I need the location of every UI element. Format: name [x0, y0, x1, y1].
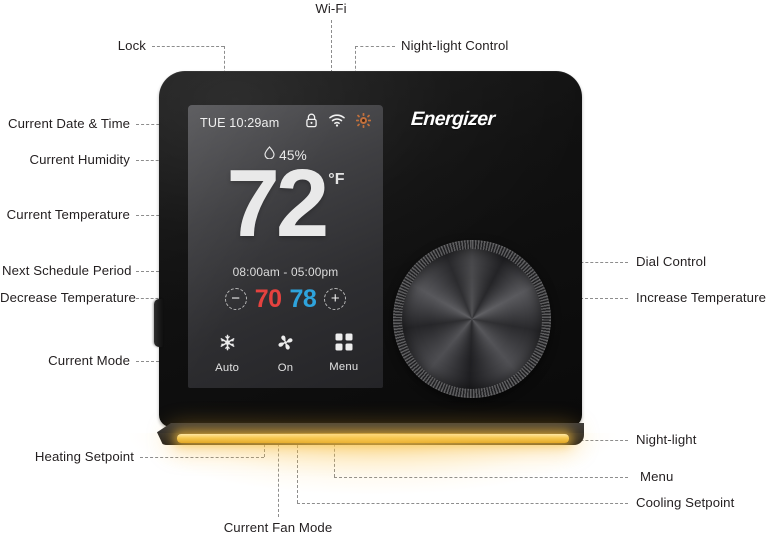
status-bar: TUE 10:29am	[188, 113, 383, 133]
leader-cooling-h	[297, 503, 628, 504]
heating-setpoint[interactable]: 70	[255, 286, 282, 312]
wifi-icon[interactable]	[329, 114, 345, 132]
night-light-icon[interactable]	[356, 113, 371, 133]
menu-label: Menu	[329, 361, 359, 373]
mode-bar: Auto On Menu	[188, 333, 383, 374]
fan-icon	[276, 333, 295, 357]
status-datetime: TUE 10:29am	[200, 116, 280, 130]
night-light	[177, 434, 569, 443]
callout-increase-temperature: Increase Temperature	[636, 290, 767, 305]
callout-lock: Lock	[117, 38, 146, 53]
leader-nlc-h	[355, 46, 395, 47]
lock-icon[interactable]	[305, 113, 318, 133]
decrease-temperature-button[interactable]: −	[224, 288, 247, 310]
menu-grid-icon	[335, 333, 353, 356]
mode-auto-label: Auto	[215, 362, 240, 374]
leader-menu-h	[334, 477, 628, 478]
callout-current-mode: Current Mode	[48, 353, 130, 368]
callout-cooling-setpoint: Cooling Setpoint	[636, 495, 735, 510]
setpoint-row: − 70 78 +	[188, 285, 383, 313]
side-button[interactable]	[154, 299, 163, 347]
fan-on-label: On	[277, 362, 294, 374]
cooling-setpoint[interactable]: 78	[290, 286, 317, 312]
current-temperature: 72	[226, 150, 330, 257]
menu-button[interactable]: Menu	[318, 333, 370, 373]
next-schedule-period: 08:00am - 05:00pm	[232, 265, 339, 279]
callout-menu: Menu	[640, 469, 674, 484]
brand-logo: Energizer	[410, 108, 496, 130]
dial-control[interactable]	[393, 240, 551, 398]
callout-current-fan-mode: Current Fan Mode	[223, 520, 333, 535]
lcd-screen[interactable]: TUE 10:29am 45% 72 °F 08:00am - 05:00pm …	[188, 105, 383, 388]
callout-dial-control: Dial Control	[636, 254, 707, 269]
callout-wifi: Wi-Fi	[315, 1, 347, 16]
fan-on-button[interactable]: On	[259, 333, 311, 374]
status-icon-group	[305, 113, 371, 133]
callout-current-temperature: Current Temperature	[6, 207, 130, 222]
increase-temperature-button[interactable]: +	[324, 288, 347, 310]
temperature-unit: °F	[328, 171, 345, 188]
thermostat-device: Energizer TUE 10:29am 45% 72 °F 08:00am …	[129, 71, 616, 507]
plus-icon: +	[330, 290, 340, 307]
dial-face[interactable]	[402, 249, 542, 389]
callout-current-humidity: Current Humidity	[29, 152, 130, 167]
callout-heating-setpoint: Heating Setpoint	[34, 449, 134, 464]
callout-decrease-temperature: Decrease Temperature	[0, 290, 136, 305]
diagram-canvas: Wi-Fi Lock Night-light Control Current D…	[0, 0, 768, 537]
callout-night-light-control: Night-light Control	[401, 38, 509, 53]
leader-lock-h	[152, 46, 224, 47]
auto-mode-icon	[218, 333, 237, 357]
callout-next-schedule-period: Next Schedule Period	[2, 263, 132, 278]
minus-icon: −	[231, 290, 241, 307]
leader-heating-h	[140, 457, 264, 458]
temperature-block: 72 °F	[188, 150, 383, 257]
callout-night-light: Night-light	[636, 432, 697, 447]
mode-auto-button[interactable]: Auto	[201, 333, 253, 374]
callout-current-date-time: Current Date & Time	[8, 116, 131, 131]
